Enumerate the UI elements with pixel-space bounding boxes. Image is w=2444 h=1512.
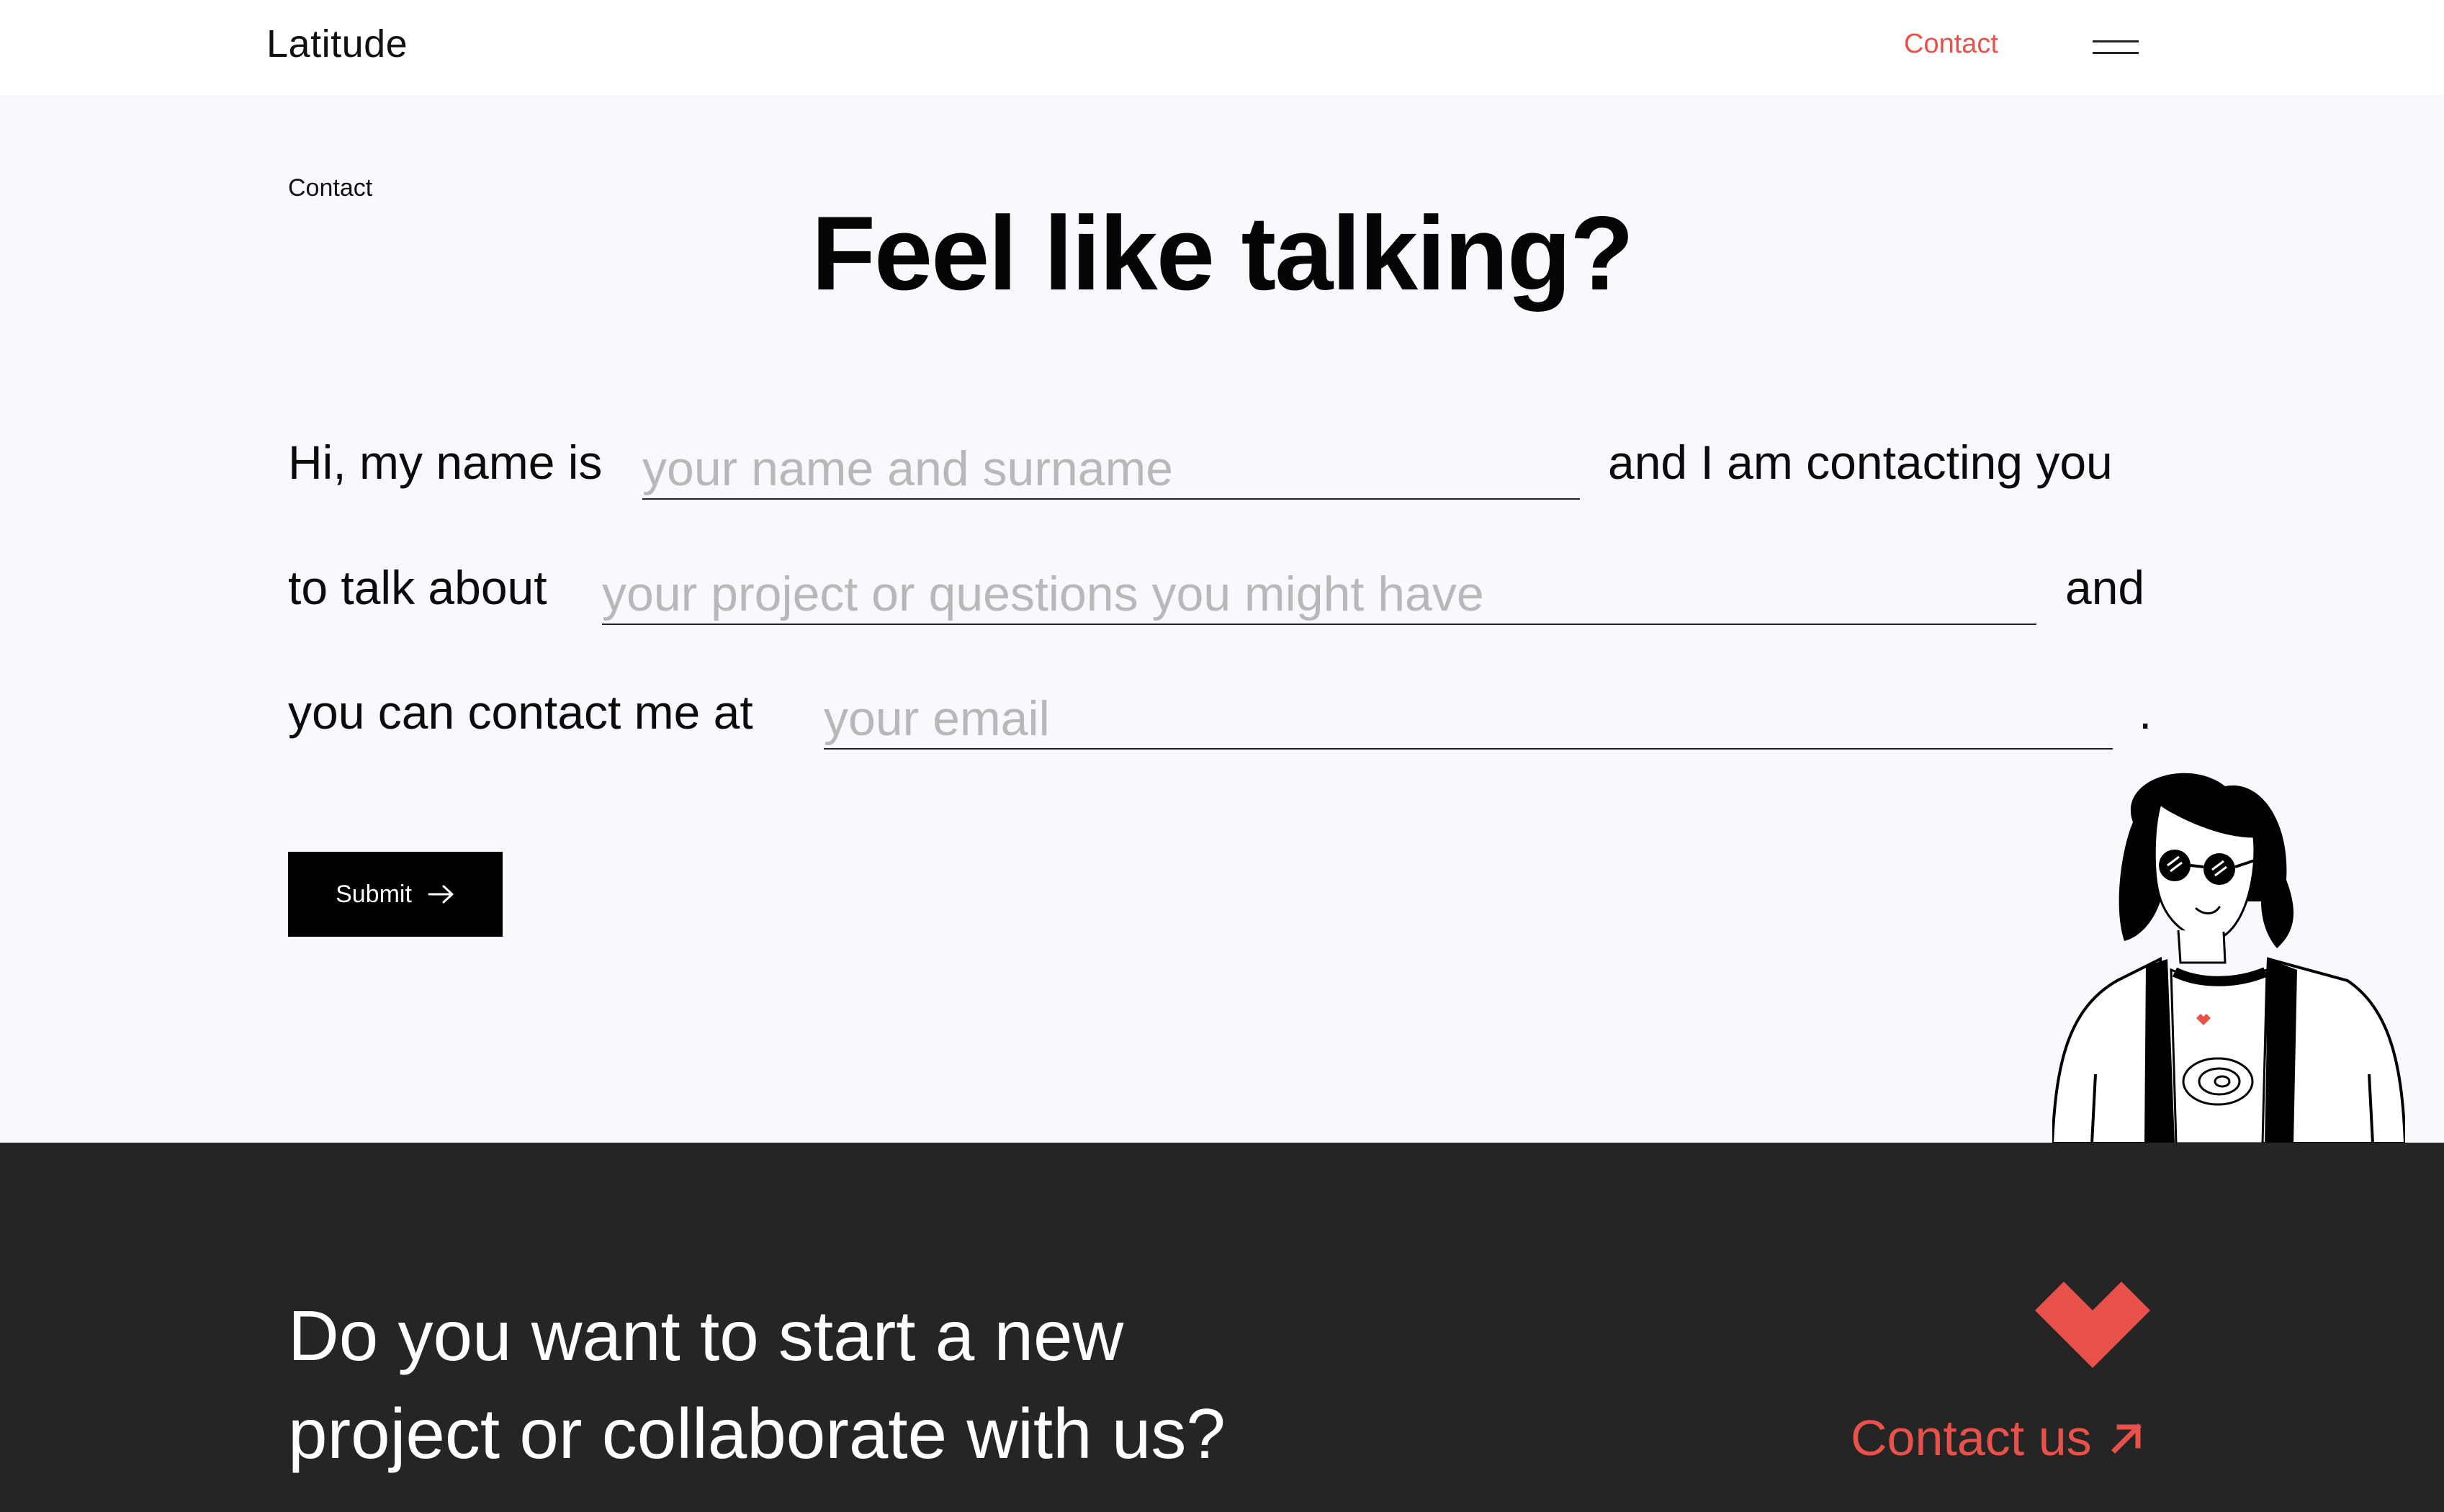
- logo[interactable]: Latitude: [266, 22, 408, 66]
- contact-us-link[interactable]: Contact us: [1851, 1409, 2145, 1467]
- arrow-up-right-icon: [2111, 1423, 2142, 1454]
- contact-us-label: Contact us: [1851, 1410, 2092, 1466]
- menu-line-bottom: [2093, 52, 2139, 54]
- email-line-suffix: .: [2139, 685, 2152, 739]
- footer-cta: Do you want to start a new project or co…: [0, 1143, 2444, 1512]
- email-line-prefix: you can contact me at: [288, 685, 753, 739]
- submit-button[interactable]: Submit: [288, 852, 503, 937]
- woman-with-sunglasses-illustration: [2052, 773, 2405, 1143]
- cta-line-1: Do you want to start a new: [288, 1296, 1124, 1375]
- submit-label: Submit: [336, 880, 412, 908]
- name-line-suffix: and I am contacting you: [1608, 436, 2113, 489]
- name-line-prefix: Hi, my name is: [288, 436, 603, 489]
- cta-line-2: project or collaborate with us?: [288, 1394, 1226, 1473]
- top-navigation-bar: Latitude Contact: [0, 0, 2444, 95]
- hamburger-menu-icon[interactable]: [2093, 37, 2139, 58]
- heart-icon: [2035, 1282, 2150, 1368]
- topic-input[interactable]: [602, 564, 2036, 625]
- page-title: Feel like talking?: [811, 194, 1634, 312]
- cta-title: Do you want to start a new project or co…: [288, 1287, 1440, 1482]
- name-input[interactable]: [642, 439, 1580, 500]
- topic-line-prefix: to talk about: [288, 561, 547, 614]
- arrow-right-icon: [428, 885, 454, 904]
- email-input[interactable]: [824, 689, 2113, 750]
- topic-line-suffix: and: [2065, 561, 2145, 614]
- nav-contact-link[interactable]: Contact: [1904, 29, 1998, 60]
- menu-line-top: [2093, 40, 2139, 42]
